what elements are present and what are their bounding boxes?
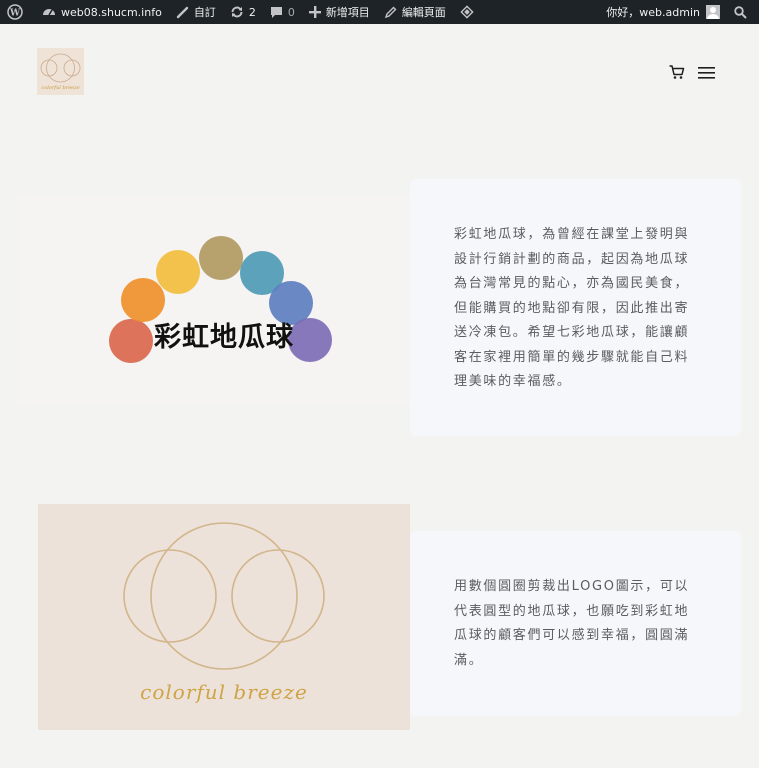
edit-page-label: 編輯頁面 [401,6,446,19]
brand-text: colorful breeze [140,680,308,704]
svg-text:W: W [9,9,21,19]
site-logo[interactable]: colorful breeze [37,48,84,95]
sweet-potato-ball [109,319,153,363]
description-text-2: 用數個圓圈剪裁出LOGO圖示，可以代表圓型的地瓜球，也願吃到彩虹地瓜球的顧客們可… [454,579,690,668]
greeting-text: 你好，web.admin [606,6,700,19]
description-card-2: 用數個圓圈剪裁出LOGO圖示，可以代表圓型的地瓜球，也願吃到彩虹地瓜球的顧客們可… [410,531,741,716]
sweet-potato-ball [199,236,243,280]
admin-bar: W web08.shucm.info 自訂 2 0 新增項目 編輯頁面 你好，w… [0,0,759,24]
edit-page-link[interactable]: 編輯頁面 [377,0,453,24]
pencil-icon [384,6,397,19]
site-name: web08.shucm.info [61,5,162,19]
diamond-menu-button[interactable] [453,0,486,24]
site-name-link[interactable]: web08.shucm.info [35,0,169,24]
comments-count: 0 [287,5,295,19]
new-content-link[interactable]: 新增項目 [302,0,377,24]
logo-concept-image: colorful breeze [38,504,410,730]
customize-link[interactable]: 自訂 [169,0,223,24]
search-icon [734,5,747,19]
description-text-1: 彩虹地瓜球，為曾經在課堂上發明與設計行銷計劃的商品，起因為地瓜球為台灣常見的點心… [454,227,690,389]
plus-icon [308,6,321,18]
rainbow-balls-image: 彩虹地瓜球 [18,196,410,404]
updates-count: 2 [248,5,256,19]
avatar [706,5,720,19]
diamond-icon [460,5,474,19]
new-content-label: 新增項目 [325,6,370,19]
wordpress-icon: W [7,4,23,20]
admin-search-button[interactable] [727,0,759,24]
account-menu[interactable]: 你好，web.admin [599,0,727,24]
cart-icon [669,65,685,79]
image-title-text: 彩虹地瓜球 [154,322,294,353]
logo-text: colorful breeze [41,85,80,91]
description-card-1: 彩虹地瓜球，為曾經在課堂上發明與設計行銷計劃的商品，起因為地瓜球為台灣常見的點心… [410,179,741,436]
sweet-potato-ball [156,250,200,294]
comments-link[interactable]: 0 [263,0,302,24]
brush-icon [176,6,189,19]
dashboard-icon [42,5,56,19]
refresh-icon [230,5,244,19]
hamburger-icon [698,67,715,79]
cart-button[interactable] [669,64,685,84]
rainbow-balls-illustration [109,236,332,363]
customize-label: 自訂 [193,6,216,19]
sweet-potato-ball [288,318,332,362]
comment-icon [270,6,283,19]
menu-button[interactable] [698,65,715,84]
updates-link[interactable]: 2 [223,0,263,24]
wordpress-logo-button[interactable]: W [0,0,35,24]
